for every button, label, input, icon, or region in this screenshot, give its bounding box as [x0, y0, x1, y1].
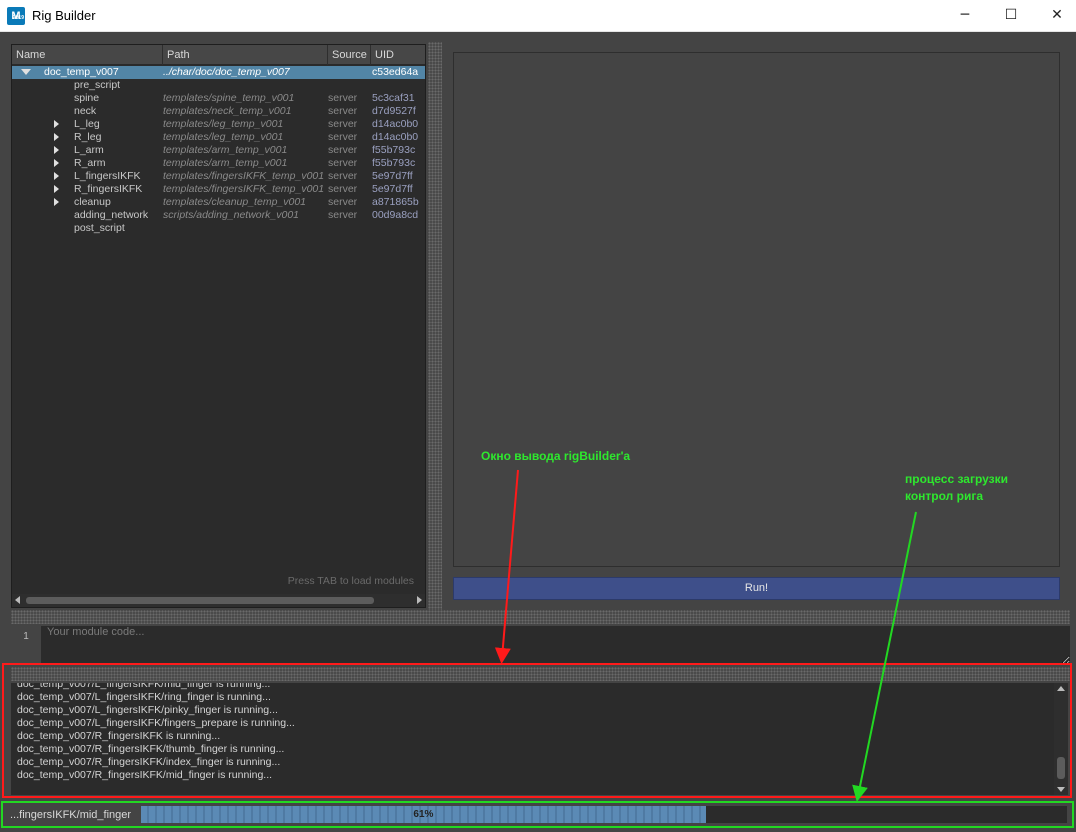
tree-cell-source: server [328, 196, 358, 208]
collapse-arrow-right-icon[interactable] [54, 133, 59, 141]
tree-cell-path: templates/cleanup_temp_v001 [163, 196, 307, 208]
maximize-button[interactable]: ☐ [988, 0, 1034, 32]
tree-row[interactable]: pre_script [12, 79, 425, 92]
tree-row[interactable]: doc_temp_v007 ../char/doc/doc_temp_v007 c5… [12, 66, 425, 79]
tree-cell-source: server [328, 131, 358, 143]
tree-cell-uid: 5c3caf31 [372, 92, 415, 104]
tree-cell-path: templates/fingersIKFK_temp_v001 [163, 183, 325, 195]
tree-row[interactable]: L_arm templates/arm_temp_v001 server f55b79… [12, 144, 425, 157]
tree-cell-uid: a871865b [372, 196, 419, 208]
tree-horizontal-scrollbar[interactable] [12, 594, 425, 607]
run-button[interactable]: Run! [453, 577, 1060, 600]
tree-cell-uid: f55b793c [372, 157, 416, 169]
code-editor: 1 [11, 626, 1070, 664]
vertical-splitter[interactable] [428, 42, 442, 612]
tree-cell-name: spine [74, 92, 100, 104]
tree-cell-name: R_arm [74, 157, 106, 169]
module-code-input[interactable] [41, 626, 1070, 664]
tree-row[interactable]: L_fingersIKFK templates/fingersIKFK_temp_… [12, 170, 425, 183]
tree-cell-name: doc_temp_v007 [44, 66, 119, 78]
tree-cell-uid: 00d9a8cd [372, 209, 419, 221]
scroll-right-icon[interactable] [417, 596, 422, 604]
tree-cell-source: server [328, 118, 358, 130]
close-button[interactable]: ✕ [1034, 0, 1076, 32]
tree-cell-uid: 5e97d7ff [372, 170, 413, 182]
tree-hint: Press TAB to load modules [287, 575, 414, 587]
tree-cell-name: post_script [74, 222, 125, 234]
tree-rows: doc_temp_v007 ../char/doc/doc_temp_v007 c5… [12, 66, 425, 235]
tree-cell-source: server [328, 92, 358, 104]
column-header-uid[interactable]: UID [371, 45, 427, 65]
tree-row[interactable]: R_arm templates/arm_temp_v001 server f55b79… [12, 157, 425, 170]
tree-cell-path: templates/spine_temp_v001 [163, 92, 295, 104]
tree-row[interactable]: L_leg templates/leg_temp_v001 server d14ac0… [12, 118, 425, 131]
tree-row[interactable]: spine templates/spine_temp_v001 server 5c3c… [12, 92, 425, 105]
column-header-name[interactable]: Name [12, 45, 163, 65]
maya-app-icon: M 2019 [7, 7, 25, 25]
tree-cell-path: templates/leg_temp_v001 [163, 118, 284, 130]
tree-cell-path: scripts/adding_network_v001 [163, 209, 299, 221]
tree-cell-path: templates/neck_temp_v001 [163, 105, 292, 117]
tree-cell-source: server [328, 170, 358, 182]
scroll-left-icon[interactable] [15, 596, 20, 604]
tree-cell-source: server [328, 105, 358, 117]
expand-arrow-down-icon[interactable] [21, 69, 31, 75]
tree-cell-uid: d14ac0b0 [372, 131, 419, 143]
column-header-source[interactable]: Source [328, 45, 371, 65]
tree-cell-path: templates/arm_temp_v001 [163, 157, 288, 169]
tree-cell-uid: f55b793c [372, 144, 416, 156]
tree-row[interactable]: R_fingersIKFK templates/fingersIKFK_temp_… [12, 183, 425, 196]
collapse-arrow-right-icon[interactable] [54, 120, 59, 128]
tree-cell-uid: 5e97d7ff [372, 183, 413, 195]
output-window-highlight [2, 663, 1072, 798]
horizontal-splitter-top[interactable] [11, 610, 1070, 624]
tree-row[interactable]: cleanup templates/cleanup_temp_v001 server… [12, 196, 425, 209]
tree-cell-name: adding_network [74, 209, 149, 221]
window-title: Rig Builder [32, 8, 96, 23]
tree-row[interactable]: neck templates/neck_temp_v001 server d7d952… [12, 105, 425, 118]
tree-cell-name: L_leg [74, 118, 100, 130]
tree-row[interactable]: R_leg templates/leg_temp_v001 server d14ac0… [12, 131, 425, 144]
tree-cell-path: templates/fingersIKFK_temp_v001 [163, 170, 325, 182]
tree-cell-path: ../char/doc/doc_temp_v007 [163, 66, 290, 78]
output-window-annotation: Окно вывода rigBuilder'a [481, 449, 631, 463]
tree-cell-name: L_arm [74, 144, 104, 156]
tree-cell-source: server [328, 144, 358, 156]
tree-cell-source: server [328, 157, 358, 169]
tree-cell-source: server [328, 183, 358, 195]
tree-cell-name: R_leg [74, 131, 102, 143]
scrollbar-thumb[interactable] [26, 597, 374, 604]
tree-cell-source: server [328, 209, 358, 221]
collapse-arrow-right-icon[interactable] [54, 159, 59, 167]
collapse-arrow-right-icon[interactable] [54, 172, 59, 180]
line-number-gutter: 1 [11, 626, 41, 664]
progress-annotation: процесс загрузки контрол рига [905, 472, 1008, 503]
collapse-arrow-right-icon[interactable] [54, 185, 59, 193]
minimize-button[interactable]: ─ [942, 0, 988, 32]
tree-header: Name Path Source UID [12, 45, 425, 65]
progress-highlight [1, 801, 1074, 828]
tree-cell-uid: d14ac0b0 [372, 118, 419, 130]
tree-cell-name: L_fingersIKFK [74, 170, 141, 182]
collapse-arrow-right-icon[interactable] [54, 198, 59, 206]
tree-cell-name: neck [74, 105, 97, 117]
title-bar: M 2019 Rig Builder ─ ☐ ✕ [0, 0, 1076, 32]
tree-cell-uid: c53ed64a [372, 66, 419, 78]
tree-cell-name: pre_script [74, 79, 121, 91]
tree-row[interactable]: adding_network scripts/adding_network_v00… [12, 209, 425, 222]
tree-cell-name: R_fingersIKFK [74, 183, 143, 195]
tree-cell-path: templates/leg_temp_v001 [163, 131, 284, 143]
module-tree[interactable]: Name Path Source UID doc_temp_v007 ../cha… [11, 44, 426, 608]
tree-cell-name: cleanup [74, 196, 111, 208]
collapse-arrow-right-icon[interactable] [54, 146, 59, 154]
tree-cell-path: templates/arm_temp_v001 [163, 144, 288, 156]
tree-cell-uid: d7d9527f [372, 105, 416, 117]
column-header-path[interactable]: Path [163, 45, 328, 65]
tree-row[interactable]: post_script [12, 222, 425, 235]
